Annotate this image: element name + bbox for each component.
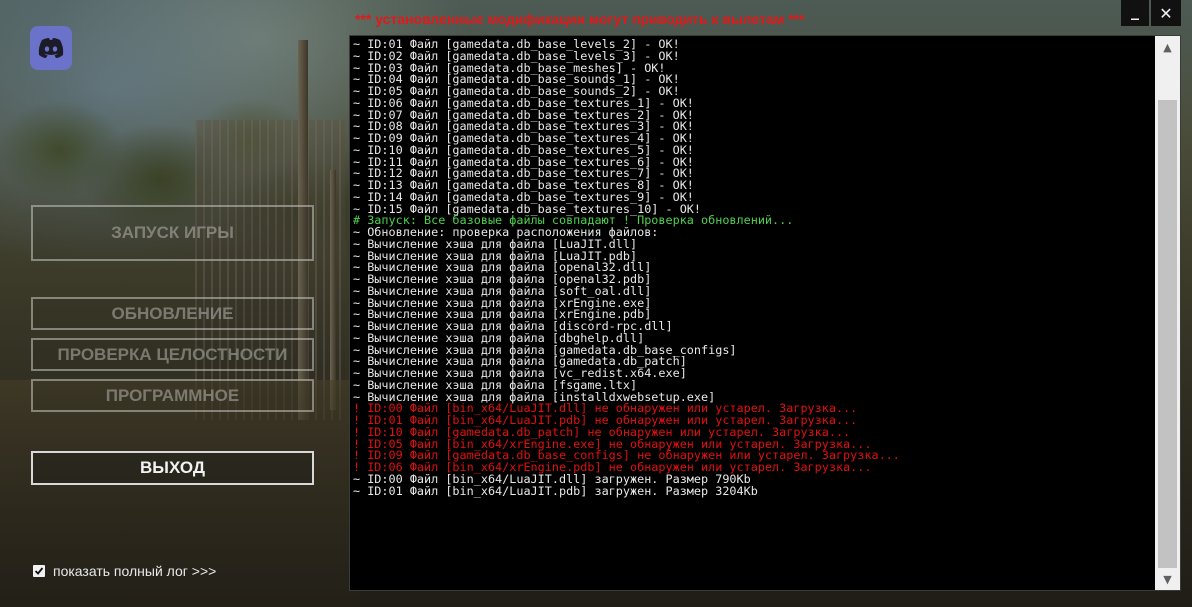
log-line: ~ ID:01 Файл [bin_x64/LuaJIT.pdb] загруж… [353, 483, 758, 498]
minimize-icon: _ [1131, 0, 1139, 20]
background-fence [195, 120, 345, 420]
scroll-thumb[interactable] [1158, 100, 1177, 568]
full-log-toggle[interactable]: показать полный лог >>> [33, 563, 216, 579]
discord-button[interactable] [30, 26, 72, 70]
launcher-window: ЗАПУСК ИГРЫ ОБНОВЛЕНИЕ ПРОВЕРКА ЦЕЛОСТНО… [0, 0, 1192, 607]
update-button[interactable]: ОБНОВЛЕНИЕ [31, 297, 314, 330]
log-lines: ~ ID:01 Файл [gamedata.db_base_levels_2]… [353, 38, 1153, 498]
scroll-down-icon[interactable]: ▼ [1155, 570, 1180, 588]
integrity-check-button[interactable]: ПРОВЕРКА ЦЕЛОСТНОСТИ [31, 338, 314, 371]
minimize-button[interactable]: _ [1121, 0, 1149, 26]
full-log-label: показать полный лог >>> [53, 563, 217, 579]
close-icon: ✕ [1159, 3, 1173, 23]
close-button[interactable]: ✕ [1151, 0, 1181, 26]
warning-text: *** установленные модификации могут прив… [355, 11, 805, 27]
log-scrollbar[interactable]: ▲ ▼ [1155, 36, 1180, 590]
scroll-up-icon[interactable]: ▲ [1155, 38, 1180, 56]
checkmark-icon [34, 567, 44, 575]
software-button[interactable]: ПРОГРАММНОЕ [31, 379, 314, 412]
log-console[interactable]: ~ ID:01 Файл [gamedata.db_base_levels_2]… [349, 35, 1181, 591]
launch-game-button[interactable]: ЗАПУСК ИГРЫ [31, 205, 314, 261]
discord-icon [38, 38, 64, 58]
background-pole [330, 170, 336, 410]
exit-button[interactable]: ВЫХОД [31, 451, 314, 485]
full-log-checkbox[interactable] [33, 565, 45, 577]
